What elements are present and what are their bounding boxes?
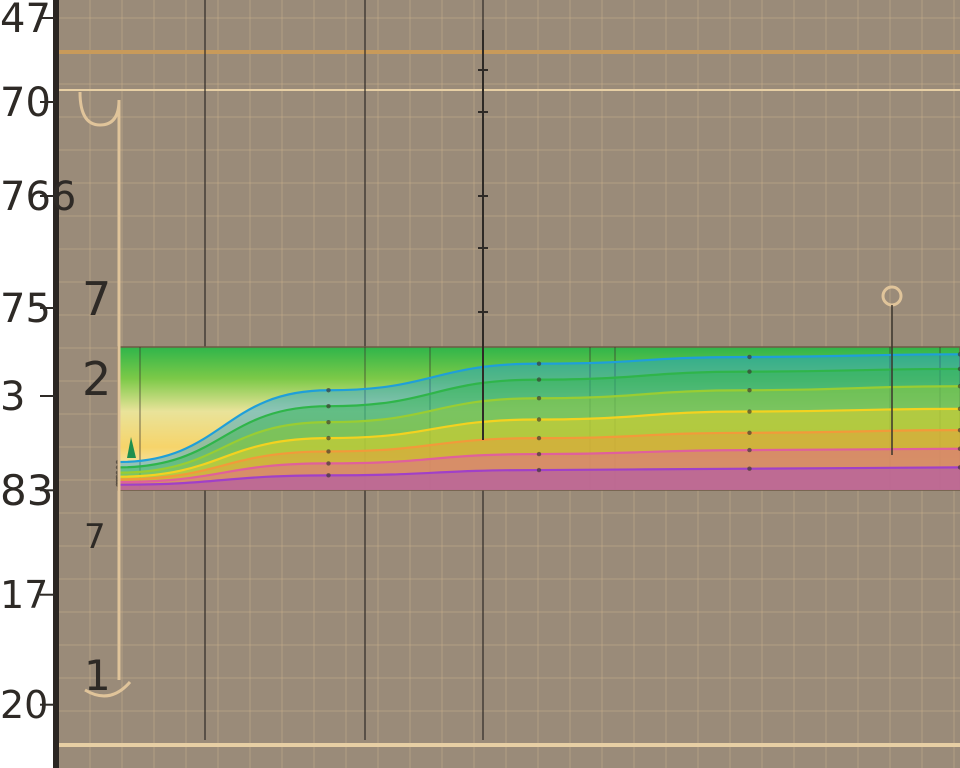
- series-point: [326, 461, 331, 466]
- y-axis-bar: [53, 0, 59, 768]
- series-point: [326, 419, 331, 425]
- inner-label: 7: [84, 517, 106, 557]
- series-point: [747, 388, 752, 393]
- left-label: 47: [0, 0, 51, 42]
- series-point: [326, 449, 331, 454]
- left-label: 766: [0, 174, 76, 220]
- series-point: [326, 435, 331, 441]
- series-point: [747, 466, 752, 471]
- series-point: [747, 447, 752, 453]
- chart-container: 47 70 766 75 3 83 17 20 7 2 7 1: [0, 0, 960, 768]
- inner-label: 1: [84, 651, 111, 700]
- series-point: [747, 430, 752, 435]
- chart-svg: 47707667538317207271: [0, 0, 960, 768]
- series-point: [536, 467, 542, 473]
- series-point: [536, 417, 542, 422]
- inner-label: 2: [82, 352, 111, 406]
- series-point: [747, 354, 752, 360]
- series-point: [536, 435, 542, 441]
- series-point: [326, 404, 331, 409]
- series-point: [536, 396, 542, 401]
- series-point: [536, 361, 542, 366]
- series-point: [326, 388, 331, 393]
- series-point: [536, 451, 542, 457]
- inner-label: 7: [82, 272, 111, 326]
- series-point: [747, 409, 752, 414]
- series-point: [326, 473, 331, 478]
- series-point: [747, 369, 752, 374]
- series-point: [536, 377, 542, 382]
- left-label: 3: [0, 374, 25, 420]
